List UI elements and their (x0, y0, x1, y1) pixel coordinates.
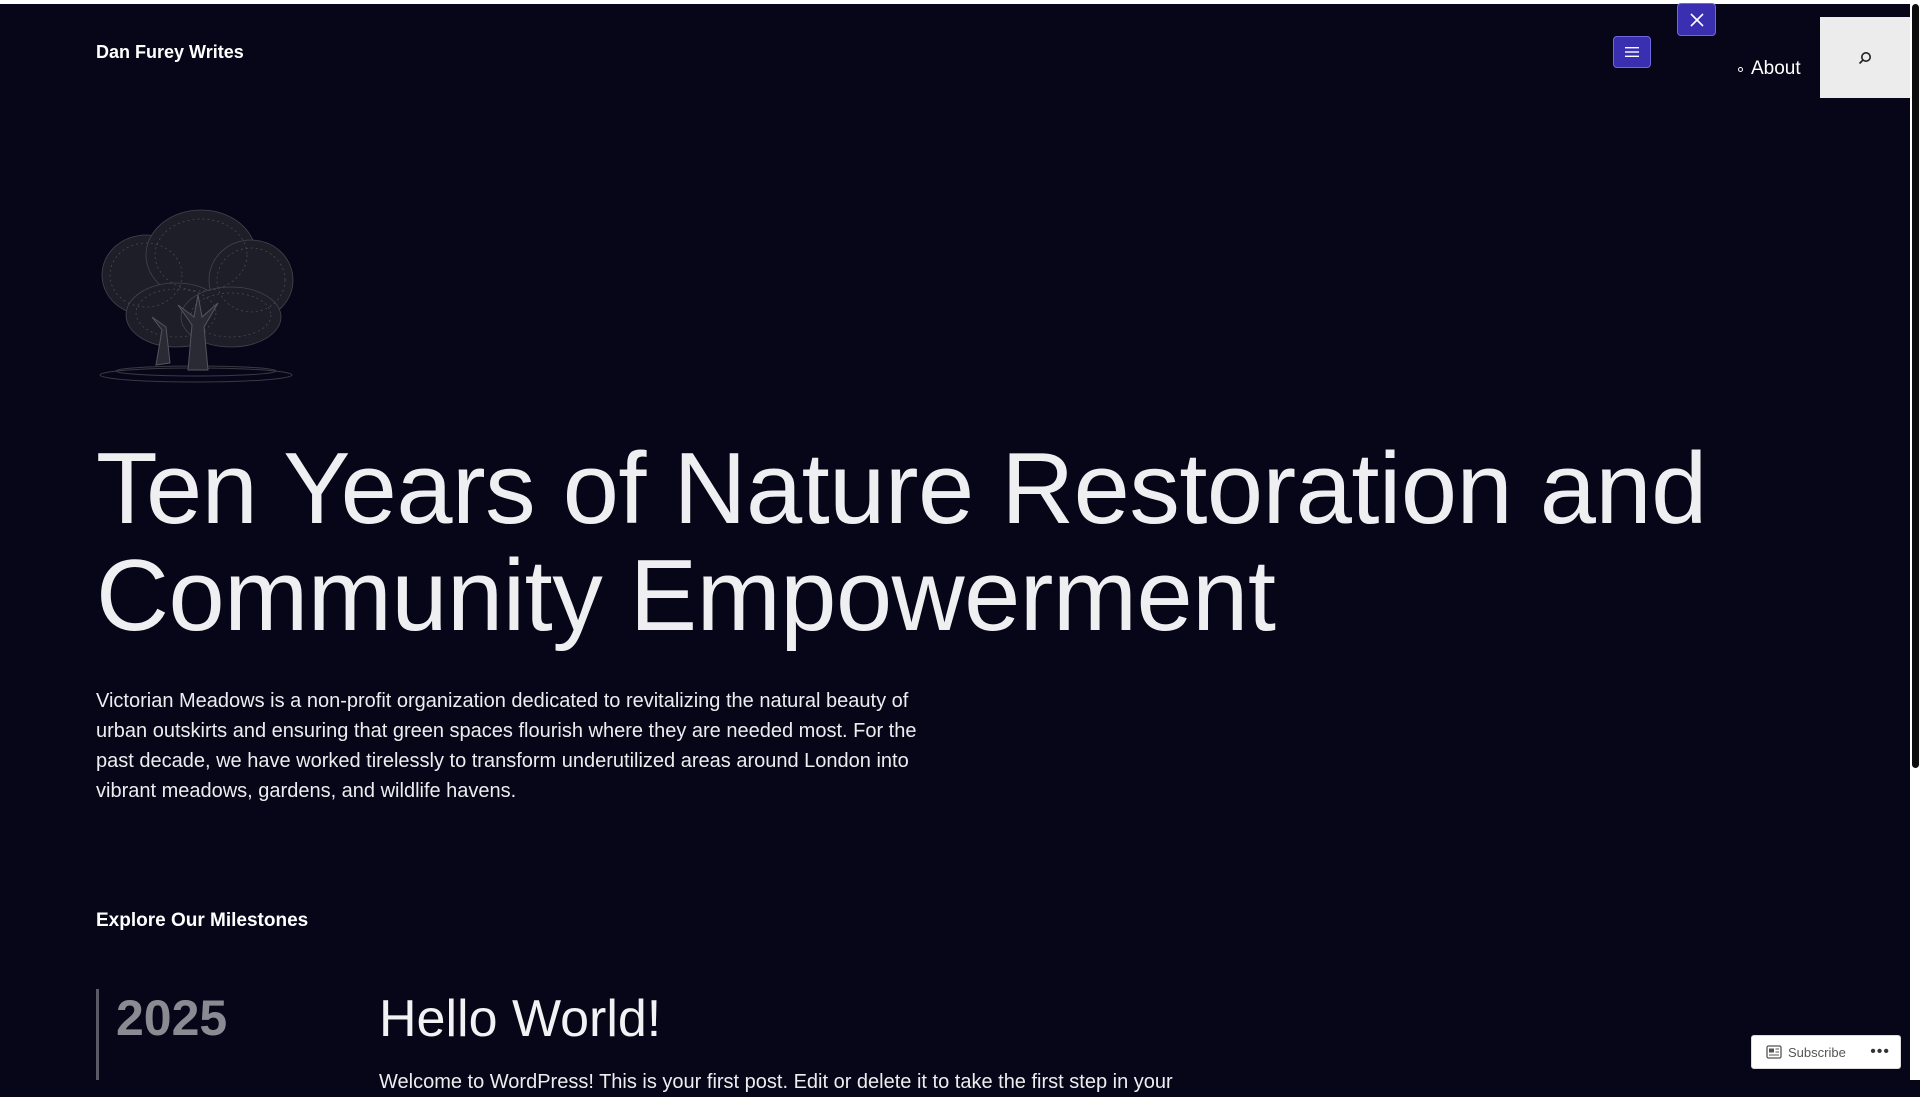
post-excerpt: Welcome to WordPress! This is your first… (379, 1071, 1173, 1093)
timeline-year: 2025 (116, 990, 228, 1046)
search-icon (1858, 51, 1871, 64)
page-title: Ten Years of Nature Restoration and Comm… (96, 433, 1707, 652)
subscribe-bar[interactable]: Subscribe ••• (1751, 1035, 1901, 1069)
milestones-heading: Explore Our Milestones (96, 910, 309, 931)
tree-illustration (99, 209, 294, 383)
post-title-link[interactable]: Hello World! (379, 990, 661, 1048)
timeline-divider (96, 989, 99, 1080)
subscribe-button[interactable]: Subscribe (1788, 1045, 1846, 1060)
reader-icon (1766, 1045, 1782, 1059)
close-menu-button[interactable] (1677, 3, 1716, 36)
more-options-icon[interactable]: ••• (1870, 1044, 1890, 1060)
nav-item-label[interactable]: About (1751, 58, 1801, 80)
hamburger-icon (1625, 47, 1639, 57)
intro-paragraph: Victorian Meadows is a non-profit organi… (96, 690, 917, 802)
search-button[interactable] (1820, 17, 1910, 98)
close-icon (1689, 12, 1704, 27)
top-border (0, 0, 1910, 4)
scrollbar-thumb[interactable] (1912, 4, 1919, 768)
bullet-icon (1738, 66, 1743, 72)
open-menu-button[interactable] (1613, 36, 1651, 68)
nav-item-about[interactable]: About (1738, 58, 1801, 80)
site-title-link[interactable]: Dan Furey Writes (96, 42, 244, 63)
